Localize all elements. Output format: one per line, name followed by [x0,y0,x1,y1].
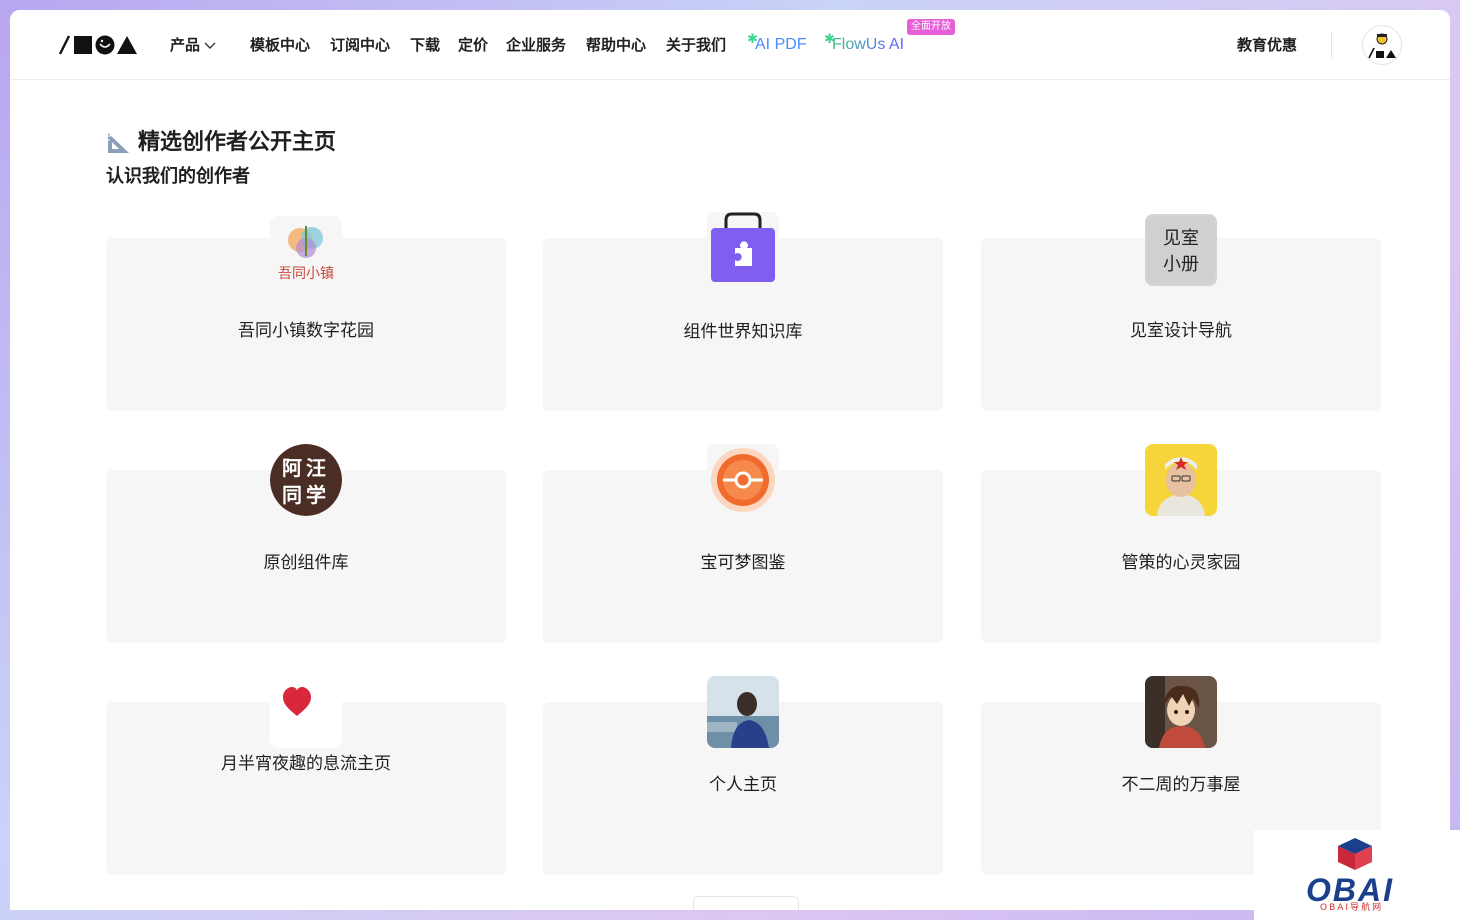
creator-card[interactable]: 阿汪 同学 原创组件库 [106,444,506,643]
awang-classmate-logo-icon: 阿汪 同学 [270,444,342,516]
section-subtitle: 认识我们的创作者 [106,166,250,187]
chevron-down-icon [204,42,216,49]
top-navbar: 产品 模板中心 订阅中心 下载 定价 企业服务 帮助中心 关于我们 ✱ AI PD… [10,10,1450,80]
red-heart-icon [270,676,342,748]
sparkle-icon: ✱ [824,31,835,46]
purple-bag-puzzle-icon [707,212,779,284]
browser-window: 产品 模板中心 订阅中心 下载 定价 企业服务 帮助中心 关于我们 ✱ AI PD… [10,10,1450,910]
nav-ai-pdf-label: AI PDF [755,36,807,53]
creator-card[interactable]: 吾同小镇 吾同小镇数字花园 [106,216,506,411]
icon-text-top: 见室 [1163,228,1199,249]
education-discount-link[interactable]: 教育优惠 [1237,34,1297,56]
nav-product[interactable]: 产品 [170,34,216,56]
moa-logo[interactable] [58,35,138,55]
creator-card[interactable]: 宝可梦图鉴 [543,444,943,643]
user-avatar[interactable] [1362,25,1402,65]
nav-flowus-ai-label: FlowUs AI [832,36,905,53]
nav-pricing[interactable]: 定价 [458,34,488,56]
nav-subscriptions[interactable]: 订阅中心 [330,34,390,56]
icon-text-bottom: 同学 [282,483,330,507]
wutong-town-logo-icon: 吾同小镇 [270,216,342,288]
creator-name: 吾同小镇数字花园 [238,321,374,341]
icon-text-top: 阿汪 [282,456,330,480]
triangle-ruler-icon [108,133,129,153]
open-badge: 全面开放 [907,19,955,35]
header-divider [1331,32,1332,58]
creator-name: 不二周的万事屋 [1121,775,1241,795]
sparkle-icon: ✱ [747,31,758,46]
nav-download[interactable]: 下载 [410,34,440,56]
creator-card[interactable]: 管策的心灵家园 [981,444,1381,643]
nav-ai-pdf[interactable]: ✱ AI PDF [747,31,807,56]
creator-card[interactable]: 月半宵夜趣的息流主页 [106,676,506,875]
pokeball-icon [707,444,779,516]
creator-name: 见室设计导航 [1130,321,1232,341]
nav-flowus-ai[interactable]: ✱ FlowUs AI [824,31,905,56]
svg-text:吾同小镇: 吾同小镇 [278,266,334,282]
creator-name: 管策的心灵家园 [1121,553,1241,573]
nav-about[interactable]: 关于我们 [666,34,726,56]
nav-help[interactable]: 帮助中心 [586,34,646,56]
creator-card[interactable]: 组件世界知识库 [543,212,943,411]
creator-card[interactable]: 个人主页 [543,676,943,875]
jianshi-xiaoce-logo-icon: 见室 小册 [1145,214,1217,286]
creator-name: 组件世界知识库 [683,322,803,342]
cube-logo-icon [1338,838,1372,870]
watermark: OBAI OBAI导航网 [1254,830,1460,920]
section-title: 精选创作者公开主页 [138,130,337,155]
person-photo-avatar-icon [707,676,779,748]
nav-enterprise[interactable]: 企业服务 [506,34,566,56]
icon-text-bottom: 小册 [1163,254,1199,275]
nav-templates[interactable]: 模板中心 [250,34,310,56]
portrait-avatar-icon [1145,444,1217,516]
anime-avatar-icon [1145,676,1217,748]
creator-name: 原创组件库 [263,553,349,573]
creator-card[interactable]: 见室 小册 见室设计导航 [981,214,1381,411]
load-more-button[interactable] [693,896,799,910]
avatar-icon [1368,33,1396,59]
creator-name: 宝可梦图鉴 [700,553,786,573]
creator-name: 月半宵夜趣的息流主页 [221,754,391,774]
watermark-subtext: OBAI导航网 [1320,903,1384,913]
nav-product-label: 产品 [170,36,201,54]
creator-name: 个人主页 [709,775,777,795]
